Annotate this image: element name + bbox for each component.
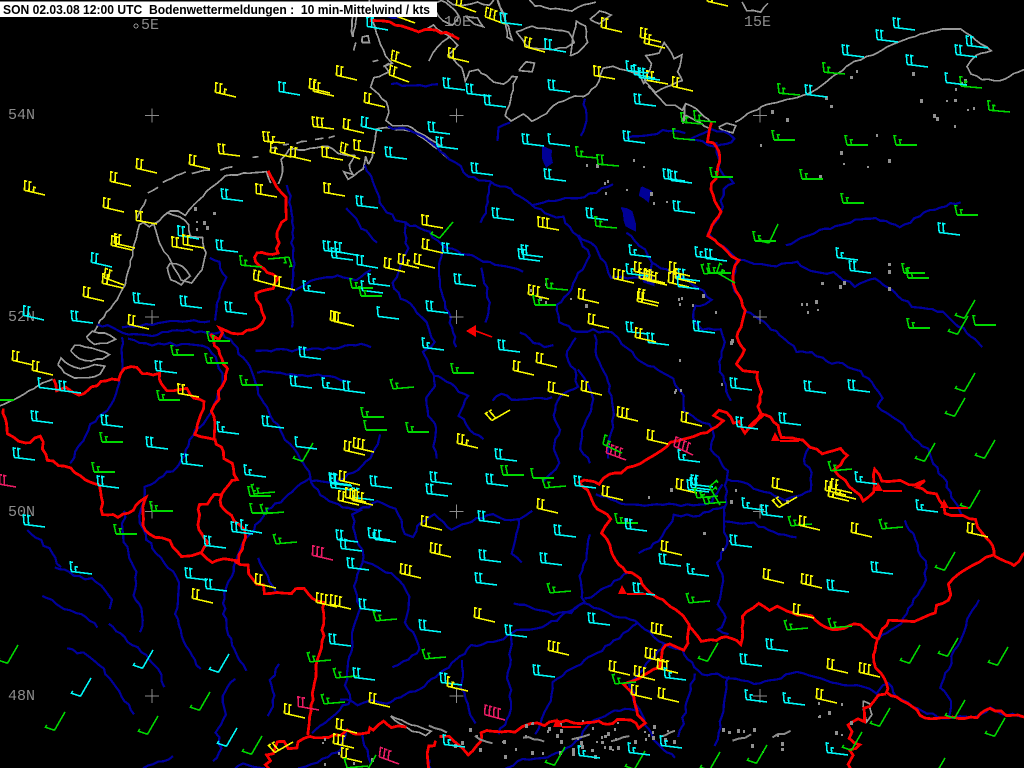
svg-text:SON 02.03.08 12:00 UTC Bodenw: SON 02.03.08 12:00 UTC Bodenwettermeldun… [3,2,430,17]
svg-text:5E: 5E [141,17,159,34]
svg-text:10E: 10E [444,14,471,31]
svg-text:54N: 54N [8,107,35,124]
svg-text:48N: 48N [8,688,35,705]
svg-text:50N: 50N [8,504,35,521]
svg-text:15E: 15E [744,14,771,31]
